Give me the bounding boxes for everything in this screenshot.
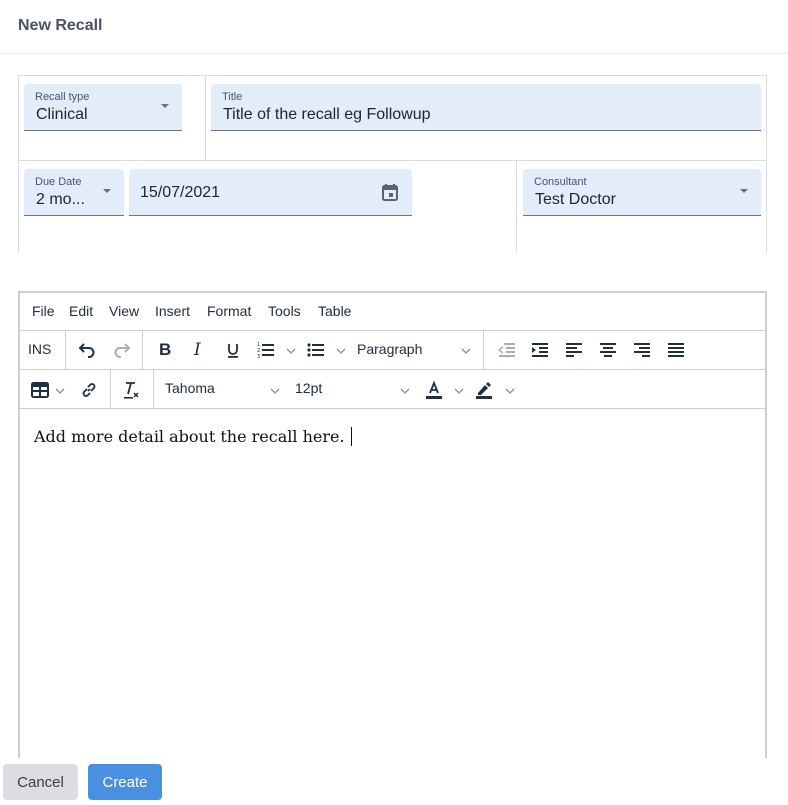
menu-view[interactable]: View [109, 303, 139, 319]
rich-text-editor: File Edit View Insert Format Tools Table… [18, 291, 767, 761]
menu-format[interactable]: Format [207, 303, 251, 319]
svg-text:3: 3 [257, 354, 260, 359]
chevron-down-icon[interactable] [55, 388, 65, 394]
editor-text: Add more detail about the recall here. [34, 427, 345, 446]
create-button[interactable]: Create [88, 764, 162, 800]
grid-divider [516, 160, 517, 253]
indent-icon[interactable] [531, 342, 549, 358]
align-right-icon[interactable] [633, 342, 651, 358]
dropdown-arrow-icon [103, 189, 111, 193]
due-date-select[interactable]: Due Date 2 mo... [24, 169, 124, 216]
chevron-down-icon[interactable] [461, 348, 471, 354]
italic-icon[interactable]: I [194, 340, 201, 360]
editor-menubar: File Edit View Insert Format Tools Table [20, 293, 765, 331]
ins-button[interactable]: INS [28, 341, 51, 357]
menu-table[interactable]: Table [318, 303, 351, 319]
menu-edit[interactable]: Edit [69, 303, 93, 319]
grid-divider [205, 75, 206, 160]
undo-icon[interactable] [77, 340, 97, 360]
calendar-icon[interactable] [382, 184, 398, 201]
redo-icon[interactable] [112, 340, 132, 360]
chevron-down-icon[interactable] [454, 388, 464, 394]
dropdown-arrow-icon [740, 189, 748, 193]
title-value: Title of the recall eg Followup [223, 106, 431, 123]
align-left-icon[interactable] [565, 342, 583, 358]
highlight-color-icon[interactable] [475, 380, 493, 400]
date-value: 15/07/2021 [140, 184, 221, 201]
font-size-select[interactable]: 12pt [295, 380, 322, 396]
recall-type-select[interactable]: Recall type Clinical [24, 84, 182, 131]
cancel-button[interactable]: Cancel [3, 764, 78, 800]
menu-file[interactable]: File [32, 303, 55, 319]
chevron-down-icon[interactable] [286, 348, 296, 354]
due-date-label: Due Date [35, 176, 82, 188]
editor-content[interactable]: Add more detail about the recall here. [34, 427, 352, 446]
recall-type-label: Recall type [35, 91, 90, 103]
text-caret [350, 427, 352, 446]
recall-type-value: Clinical [36, 106, 88, 123]
title-input[interactable]: Title Title of the recall eg Followup [211, 84, 761, 131]
grid-divider [18, 75, 19, 253]
toolbar-separator [142, 331, 143, 369]
toolbar-separator [153, 370, 154, 408]
align-center-icon[interactable] [599, 342, 617, 358]
consultant-select[interactable]: Consultant Test Doctor [523, 169, 761, 216]
block-format-select[interactable]: Paragraph [357, 341, 422, 357]
editor-toolbar-row-1: INS B I 1 2 3 Paragraph [20, 331, 765, 370]
link-icon[interactable] [80, 381, 98, 399]
menu-tools[interactable]: Tools [268, 303, 301, 319]
chevron-down-icon[interactable] [400, 388, 410, 394]
chevron-down-icon[interactable] [336, 348, 346, 354]
toolbar-separator [65, 331, 66, 369]
toolbar-separator [483, 331, 484, 369]
menu-insert[interactable]: Insert [155, 303, 190, 319]
due-date-value: 2 mo... [36, 191, 85, 208]
outdent-icon[interactable] [498, 342, 516, 358]
underline-icon[interactable] [225, 341, 241, 359]
numbered-list-icon[interactable]: 1 2 3 [257, 341, 275, 359]
toolbar-separator [110, 370, 111, 408]
table-icon[interactable] [31, 382, 49, 398]
clear-formatting-icon[interactable] [122, 380, 140, 400]
align-justify-icon[interactable] [667, 342, 685, 358]
date-input[interactable]: 15/07/2021 [129, 169, 412, 216]
dialog-header: New Recall [0, 0, 788, 54]
title-label: Title [222, 91, 243, 103]
editor-toolbar-row-2: Tahoma 12pt [20, 370, 765, 409]
dialog-title: New Recall [18, 17, 103, 34]
chevron-down-icon[interactable] [505, 388, 515, 394]
bullet-list-icon[interactable] [307, 341, 325, 359]
dropdown-arrow-icon [161, 104, 169, 108]
grid-divider [18, 75, 767, 76]
bold-icon[interactable]: B [159, 340, 171, 360]
grid-divider [766, 75, 767, 253]
text-color-icon[interactable] [425, 380, 443, 400]
chevron-down-icon[interactable] [270, 388, 280, 394]
consultant-label: Consultant [534, 176, 587, 188]
font-family-select[interactable]: Tahoma [165, 380, 215, 396]
grid-divider [18, 160, 767, 161]
consultant-value: Test Doctor [535, 191, 616, 208]
